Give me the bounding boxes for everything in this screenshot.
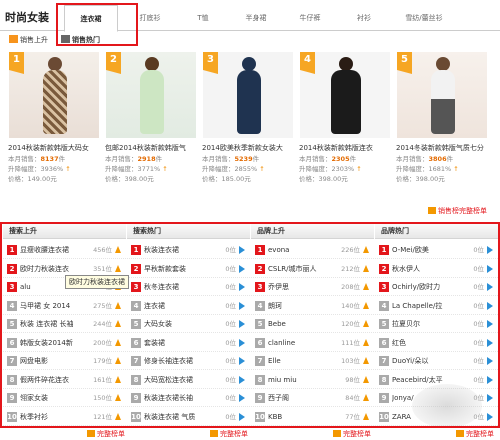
product-image[interactable]: 5 xyxy=(397,52,487,138)
up-arrow-icon: ↑ xyxy=(453,165,459,173)
list-icon xyxy=(428,207,436,214)
rank-badge: 5 xyxy=(397,52,412,74)
sales-count: 8137 xyxy=(40,155,59,163)
sales-count: 5239 xyxy=(234,155,253,163)
sales-full-list-link[interactable]: 销售榜完整榜单 xyxy=(428,206,487,216)
tab-skirt[interactable]: 半身裙 xyxy=(229,13,283,23)
product-title[interactable]: 2014秋装新款韩版连衣 xyxy=(299,143,396,154)
product-card-3[interactable]: 3 2014欧美秋季新款女装大 本月销售：5239件 升降幅度：2855% ↑ … xyxy=(202,52,299,184)
product-image[interactable]: 2 xyxy=(106,52,196,138)
change-rate: 3936% xyxy=(40,165,64,173)
sales-count: 2918 xyxy=(137,155,156,163)
price: 149.00元 xyxy=(27,175,57,183)
price: 398.00元 xyxy=(318,175,348,183)
product-image[interactable]: 3 xyxy=(203,52,293,138)
product-title[interactable]: 包邮2014秋装新款韩版气 xyxy=(105,143,202,154)
up-arrow-icon: ↑ xyxy=(162,165,168,173)
product-image[interactable]: 1 xyxy=(9,52,99,138)
list-icon xyxy=(333,430,341,437)
product-card-1[interactable]: 1 2014秋装新款韩版大码女 本月销售：8137件 升降幅度：3936% ↑ … xyxy=(8,52,105,184)
list-icon xyxy=(210,430,218,437)
tab-tshirt[interactable]: T恤 xyxy=(176,13,230,23)
category-title: 时尚女装 xyxy=(5,11,49,24)
tab-jeans[interactable]: 牛仔裤 xyxy=(283,13,337,23)
subtab-sales-rising[interactable]: 销售上升 xyxy=(9,34,48,47)
product-card-4[interactable]: 4 2014秋装新款韩版连衣 本月销售：2305件 升降幅度：2303% ↑ 价… xyxy=(299,52,396,184)
change-rate: 3771% xyxy=(137,165,161,173)
change-rate: 2303% xyxy=(331,165,355,173)
price: 185.00元 xyxy=(221,175,251,183)
highlight-box-rankings xyxy=(0,222,500,428)
brand-hot-full-list-link[interactable]: 完整榜单 xyxy=(456,429,494,439)
price: 398.00元 xyxy=(415,175,445,183)
rank-badge: 1 xyxy=(9,52,24,74)
chart-icon xyxy=(9,35,18,43)
search-hot-full-list-link[interactable]: 完整榜单 xyxy=(210,429,248,439)
product-card-2[interactable]: 2 包邮2014秋装新款韩版气 本月销售：2918件 升降幅度：3771% ↑ … xyxy=(105,52,202,184)
change-rate: 2855% xyxy=(234,165,258,173)
product-title[interactable]: 2014秋装新款韩版大码女 xyxy=(8,143,105,154)
rank-badge: 2 xyxy=(106,52,121,74)
subtab-sales-hot[interactable]: 销售热门 xyxy=(61,34,100,47)
sales-count: 3806 xyxy=(428,155,447,163)
tab-shirt[interactable]: 衬衫 xyxy=(337,13,391,23)
tab-chiffon[interactable]: 雪纺/蕾丝衫 xyxy=(397,13,451,23)
sales-count: 2305 xyxy=(331,155,350,163)
rank-badge: 3 xyxy=(203,52,218,74)
search-rise-full-list-link[interactable]: 完整榜单 xyxy=(87,429,125,439)
rank-badge: 4 xyxy=(300,52,315,74)
list-icon xyxy=(456,430,464,437)
list-icon xyxy=(61,35,70,43)
brand-rise-full-list-link[interactable]: 完整榜单 xyxy=(333,429,371,439)
up-arrow-icon: ↑ xyxy=(356,165,362,173)
product-title[interactable]: 2014欧美秋季新款女装大 xyxy=(202,143,299,154)
keyword-tooltip: 欧时力秋装连衣裙 xyxy=(65,275,129,289)
price: 398.00元 xyxy=(124,175,154,183)
product-image[interactable]: 4 xyxy=(300,52,390,138)
product-title[interactable]: 2014冬装新款韩版气质七分 xyxy=(396,143,493,154)
list-icon xyxy=(87,430,95,437)
change-rate: 1681% xyxy=(428,165,452,173)
up-arrow-icon: ↑ xyxy=(65,165,71,173)
up-arrow-icon: ↑ xyxy=(259,165,265,173)
product-card-5[interactable]: 5 2014冬装新款韩版气质七分 本月销售：3806件 升降幅度：1681% ↑… xyxy=(396,52,493,184)
